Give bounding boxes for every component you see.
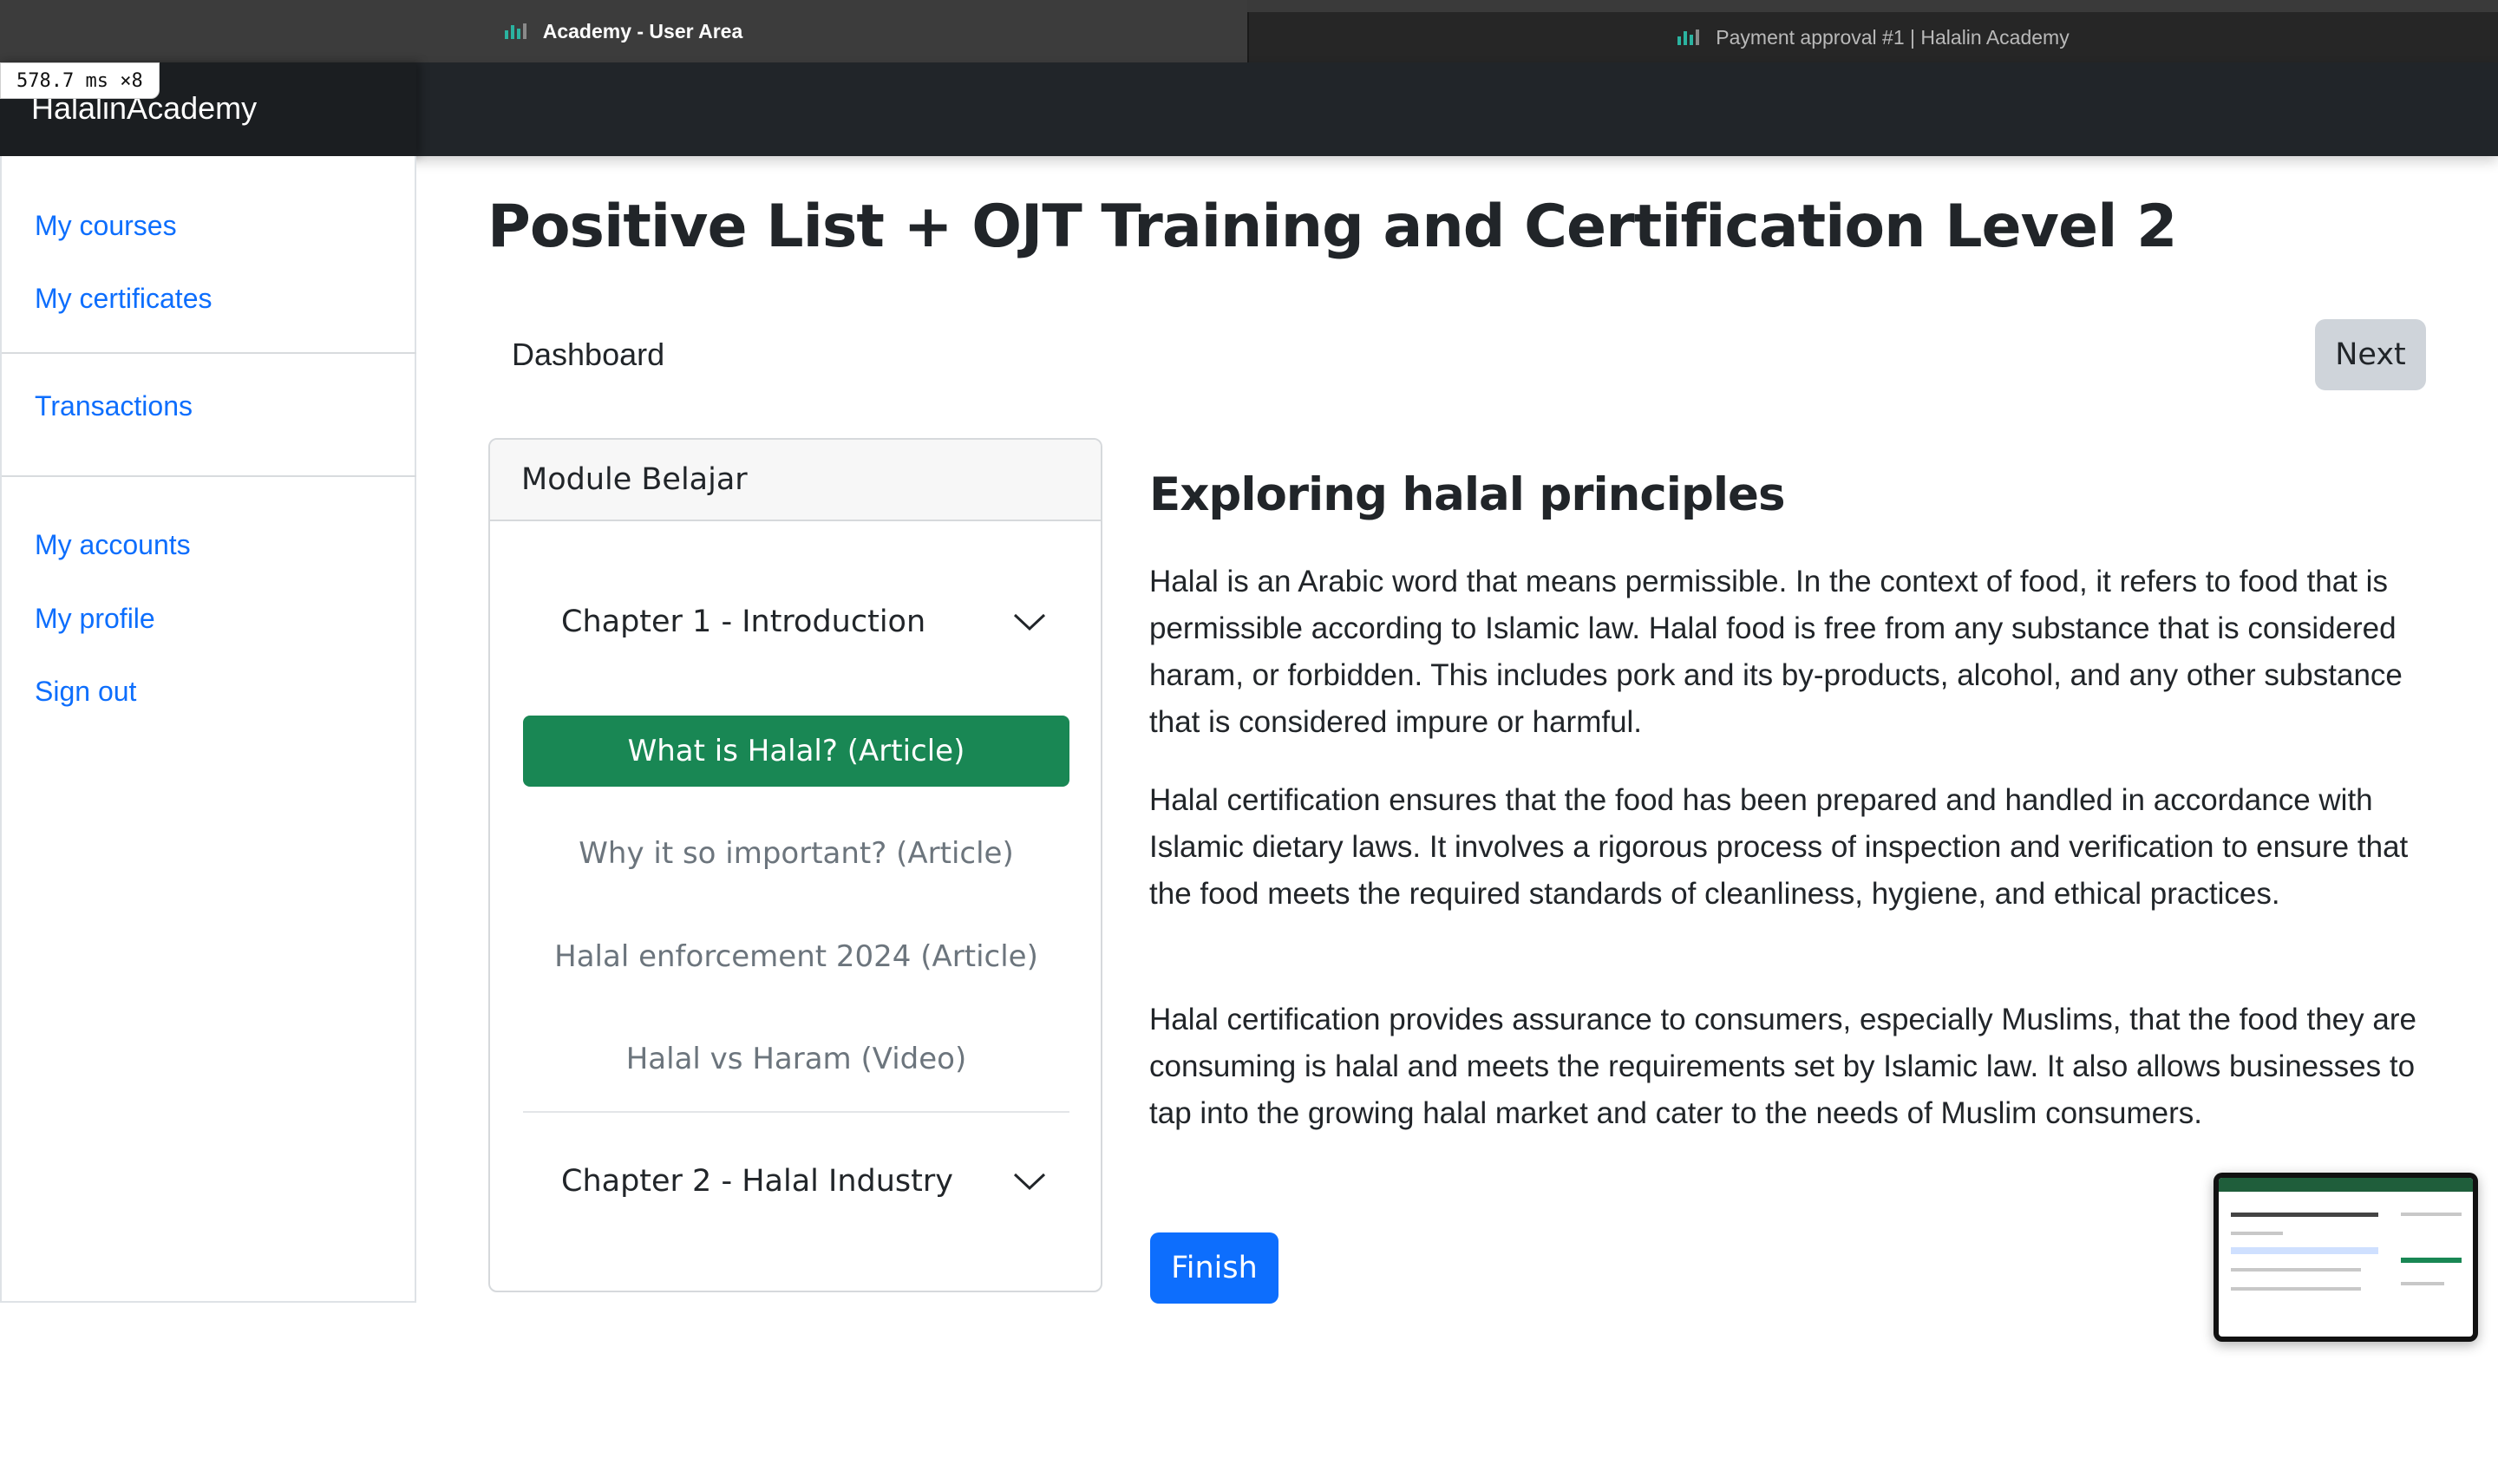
sidebar-item-my-accounts[interactable]: My accounts xyxy=(35,529,191,561)
lesson-item[interactable]: Halal enforcement 2024 (Article) xyxy=(523,921,1069,992)
lesson-item[interactable]: Halal vs Haram (Video) xyxy=(523,1023,1069,1095)
finish-button[interactable]: Finish xyxy=(1150,1232,1278,1304)
chapter-1-toggle[interactable]: Chapter 1 - Introduction xyxy=(561,605,1047,639)
browser-tab-active[interactable]: Academy - User Area xyxy=(0,0,1247,62)
lesson-item-active[interactable]: What is Halal? (Article) xyxy=(523,716,1069,787)
top-navbar: HalalinAcademy xyxy=(0,62,2498,156)
article-title: Exploring halal principles xyxy=(1149,468,1786,521)
chapter-divider xyxy=(523,1111,1069,1113)
perf-badge: 578.7 ms ×8 xyxy=(0,62,160,99)
sidebar-item-my-courses[interactable]: My courses xyxy=(35,210,177,242)
sidebar-item-my-profile[interactable]: My profile xyxy=(35,603,155,635)
chevron-down-icon xyxy=(1013,613,1046,631)
module-card-header: Module Belajar xyxy=(490,440,1101,521)
sidebar-divider xyxy=(2,475,416,477)
sidebar-divider xyxy=(2,352,416,354)
thumbnail-canvas xyxy=(2219,1178,2473,1337)
next-button[interactable]: Next xyxy=(2315,319,2426,390)
chapter-2-toggle[interactable]: Chapter 2 - Halal Industry xyxy=(561,1164,1047,1199)
article-paragraph: Halal certification provides assurance t… xyxy=(1149,1003,2416,1130)
screen-preview-thumbnail[interactable] xyxy=(2214,1173,2478,1342)
page-title: Positive List + OJT Training and Certifi… xyxy=(487,193,2177,261)
article-paragraph: Halal is an Arabic word that means permi… xyxy=(1149,565,2403,739)
chapter-title: Chapter 1 - Introduction xyxy=(561,605,926,639)
browser-tab-title: Academy - User Area xyxy=(542,19,743,42)
browser-tab-strip: Academy - User Area Payment approval #1 … xyxy=(0,0,2498,62)
sidebar-item-sign-out[interactable]: Sign out xyxy=(35,676,136,708)
module-card: Module Belajar Chapter 1 - Introduction … xyxy=(488,438,1102,1292)
sidebar-item-my-certificates[interactable]: My certificates xyxy=(35,283,212,315)
browser-tab-title: Payment approval #1 | Halalin Academy xyxy=(1716,25,2070,49)
chevron-down-icon xyxy=(1013,1173,1046,1191)
favicon-icon xyxy=(1677,29,1703,45)
sidebar: My courses My certificates Transactions … xyxy=(0,156,416,1303)
sidebar-item-transactions[interactable]: Transactions xyxy=(35,390,193,422)
favicon-icon xyxy=(504,23,531,39)
article-paragraph: Halal certification ensures that the foo… xyxy=(1149,783,2409,911)
lesson-item[interactable]: Why it so important? (Article) xyxy=(523,818,1069,889)
chapter-title: Chapter 2 - Halal Industry xyxy=(561,1164,953,1199)
browser-tab-inactive[interactable]: Payment approval #1 | Halalin Academy xyxy=(1247,12,2498,62)
breadcrumb-dashboard-link[interactable]: Dashboard xyxy=(512,337,664,373)
